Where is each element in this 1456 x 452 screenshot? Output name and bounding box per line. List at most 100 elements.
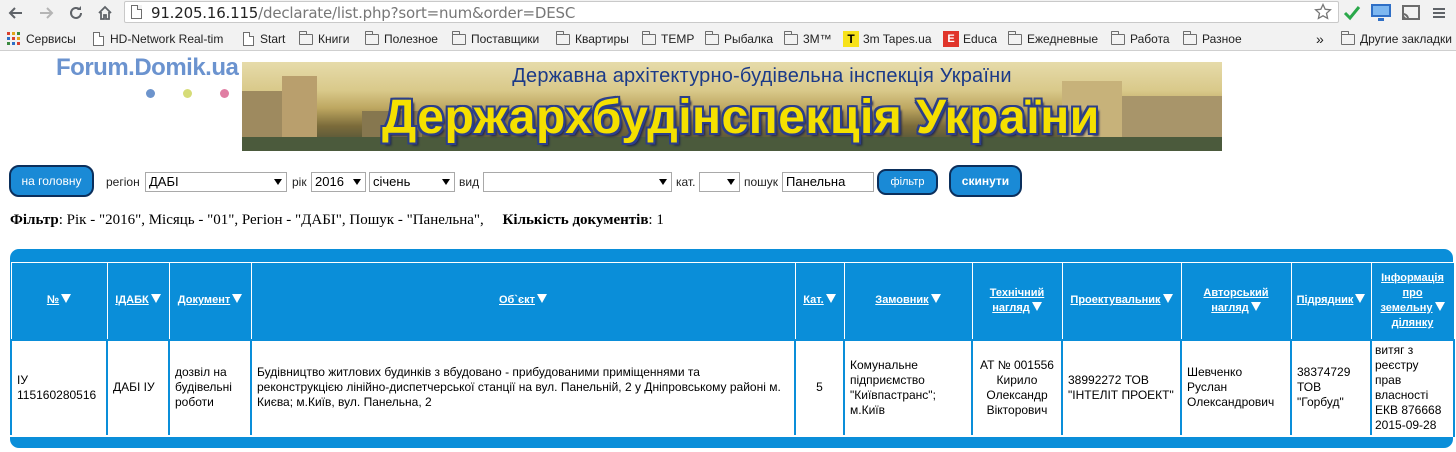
t-logo-icon: T [843, 31, 859, 47]
column-header-contractor[interactable]: Підрядник [1290, 262, 1372, 340]
sort-triangle-icon[interactable] [1162, 294, 1173, 304]
sort-triangle-icon[interactable] [825, 294, 836, 304]
bookmark-folder-misc[interactable]: Разное [1182, 30, 1242, 48]
sort-link-category[interactable]: Кат. [803, 294, 823, 306]
column-header-num[interactable]: № [10, 262, 108, 340]
cell-idabk: ДАБІ ІУ [106, 338, 170, 437]
sort-triangle-icon[interactable] [1031, 301, 1042, 311]
region-select[interactable]: ДАБІ [145, 172, 287, 192]
bookmark-educa[interactable]: E Educa [943, 30, 997, 48]
column-header-land-info[interactable]: Інформація про земельну ділянку [1370, 262, 1455, 340]
column-header-tech-supervision[interactable]: Технічний нагляд [971, 262, 1063, 340]
search-input[interactable]: Панельна [782, 172, 874, 192]
bookmark-label: Полезное [384, 32, 438, 46]
cell-line: реконструкцією лінійно-диспетчерської ст… [257, 380, 781, 394]
sort-link-object[interactable]: Об`єкт [499, 294, 535, 306]
category-select[interactable] [699, 172, 740, 192]
sort-link-land-info[interactable]: Інформація [1381, 272, 1444, 284]
sort-triangle-icon[interactable] [1250, 301, 1261, 311]
sort-link-tech-supervision[interactable]: Технічний [990, 287, 1045, 299]
logo-dots [146, 89, 229, 98]
apps-grid-icon [6, 31, 22, 47]
sort-link-contractor[interactable]: Підрядник [1297, 294, 1354, 306]
sort-link-land-info-line4[interactable]: ділянку [1392, 317, 1434, 329]
folder-icon [1340, 30, 1356, 47]
bookmark-folder-daily[interactable]: Ежедневные [1007, 30, 1098, 48]
forward-arrow-icon [40, 7, 54, 19]
month-select[interactable]: січень [369, 172, 455, 192]
reset-button[interactable]: скинути [949, 165, 1022, 197]
sort-link-designer[interactable]: Проектувальник [1070, 294, 1160, 306]
sort-triangle-icon[interactable] [61, 294, 72, 304]
filter-summary-title: Фільтр [10, 212, 59, 228]
cell-line: ІУ [17, 372, 28, 387]
column-header-idabk[interactable]: ІДАБК [106, 262, 170, 340]
bookmark-3m-tapes[interactable]: T 3m Tapes.ua [843, 30, 932, 48]
header-banner: Державна архітектурно-будівельна інспекц… [242, 62, 1222, 151]
sort-triangle-icon[interactable] [1355, 294, 1366, 304]
other-bookmarks-folder[interactable]: Другие закладки [1340, 30, 1452, 48]
checkmark-extension-icon[interactable] [1341, 2, 1363, 24]
cell-document: дозвіл на будівельні роботи [168, 338, 252, 437]
bookmark-folder-suppliers[interactable]: Поставщики [451, 30, 539, 48]
folder-icon [1110, 30, 1126, 47]
sort-link-author-supervision[interactable]: Авторський [1203, 287, 1268, 299]
sort-link-num[interactable]: № [47, 294, 59, 306]
bookmark-folder-work[interactable]: Работа [1110, 30, 1170, 48]
reload-button[interactable] [66, 3, 86, 23]
url-path: /declarate/list.php?sort=num&order=DESC [258, 4, 576, 22]
bookmark-folder-temp[interactable]: TEMP [641, 30, 694, 48]
column-header-category[interactable]: Кат. [794, 262, 845, 340]
home-button[interactable] [95, 3, 115, 23]
sort-triangle-icon[interactable] [1434, 301, 1445, 311]
column-header-object[interactable]: Об`єкт [250, 262, 796, 340]
column-header-customer[interactable]: Замовник [843, 262, 973, 340]
cell-customer: Комунальне підприємство "Київпастранс"; м.К… [843, 338, 973, 437]
folder-icon [1007, 30, 1023, 47]
type-select[interactable] [483, 172, 672, 192]
cast-extension-icon[interactable] [1400, 2, 1422, 24]
folder-icon [364, 30, 380, 47]
sort-triangle-icon[interactable] [232, 294, 243, 304]
column-header-author-supervision[interactable]: Авторський нагляд [1180, 262, 1292, 340]
bookmark-folder-books[interactable]: Книги [298, 30, 349, 48]
bookmark-folder-useful[interactable]: Полезное [364, 30, 438, 48]
back-button[interactable] [6, 3, 26, 23]
sort-triangle-icon[interactable] [930, 294, 941, 304]
cell-line: прав [1375, 372, 1402, 387]
year-select-value: 2016 [315, 174, 344, 189]
bookmarks-overflow-button[interactable]: » [1316, 30, 1324, 48]
menu-icon[interactable] [1428, 2, 1450, 24]
address-bar[interactable]: 91.205.16.115/declarate/list.php?sort=nu… [124, 1, 1339, 23]
sort-link-document[interactable]: Документ [178, 294, 230, 306]
bookmark-folder-apartments[interactable]: Квартиры [555, 30, 629, 48]
bookmark-label: Сервисы [26, 32, 76, 46]
bookmark-start[interactable]: Start [240, 30, 285, 48]
sort-triangle-icon[interactable] [150, 294, 161, 304]
sort-triangle-icon[interactable] [536, 294, 547, 304]
sort-link-author-supervision-line2[interactable]: нагляд [1211, 302, 1248, 314]
cell-line: Києва; м.Київ, вул. Панельна, 2 [257, 395, 432, 409]
sort-link-land-info-line3[interactable]: земельну [1380, 302, 1432, 314]
chevron-down-icon [659, 179, 667, 185]
monitor-extension-icon[interactable] [1370, 2, 1392, 24]
forward-button[interactable] [36, 3, 56, 23]
column-header-document[interactable]: Документ [168, 262, 252, 340]
year-select[interactable]: 2016 [311, 172, 366, 192]
filter-button[interactable]: фільтр [877, 169, 938, 195]
sort-link-customer[interactable]: Замовник [875, 294, 928, 306]
results-table: № ІДАБК Документ Об`єкт Кат. Замовник Те… [10, 262, 1455, 437]
home-page-button[interactable]: на головну [9, 165, 94, 197]
folder-icon [641, 30, 657, 47]
sort-link-land-info-line2[interactable]: про [1402, 287, 1422, 299]
bookmark-hd-network[interactable]: HD-Network Real-tim [90, 30, 223, 48]
bookmark-folder-fishing[interactable]: Рыбалка [704, 30, 773, 48]
sort-link-tech-supervision-line2[interactable]: нагляд [992, 302, 1029, 314]
bookmark-star-icon[interactable] [1314, 2, 1332, 24]
sort-link-idabk[interactable]: ІДАБК [115, 294, 148, 306]
column-header-designer[interactable]: Проектувальник [1061, 262, 1182, 340]
search-label: пошук [744, 175, 779, 189]
bookmark-services[interactable]: Сервисы [6, 30, 76, 48]
cell-line: підприємство [850, 372, 925, 387]
bookmark-folder-3m[interactable]: 3M™ [783, 30, 832, 48]
